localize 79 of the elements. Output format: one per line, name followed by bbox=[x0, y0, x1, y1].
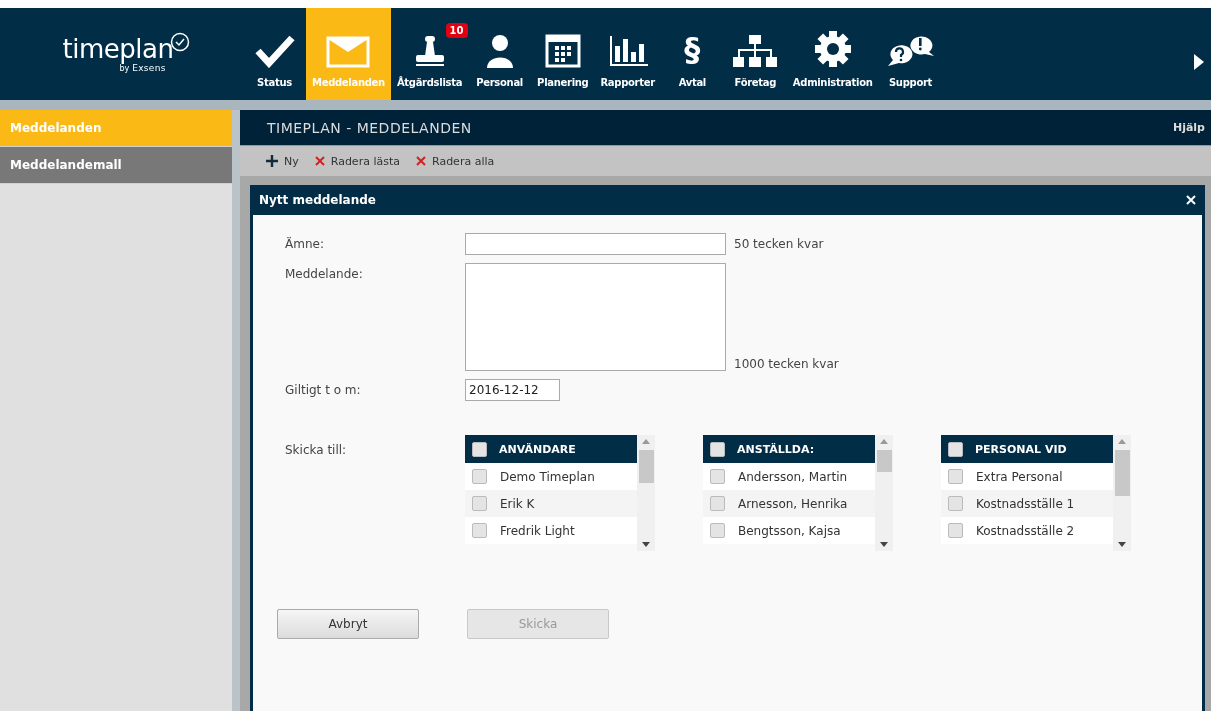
nav-item[interactable]: Support bbox=[878, 8, 943, 100]
delete-icon bbox=[314, 156, 325, 166]
list-item-label: Bengtsson, Kajsa bbox=[738, 523, 841, 538]
checkbox[interactable] bbox=[948, 441, 963, 457]
scroll-down-icon[interactable] bbox=[1118, 542, 1126, 547]
char-counter: 1000 tecken kvar bbox=[734, 357, 839, 371]
page-title: TIMEPLAN - MEDDELANDEN bbox=[267, 119, 472, 136]
nav-item[interactable]: Rapporter bbox=[594, 8, 661, 100]
scroll-thumb[interactable] bbox=[1114, 450, 1130, 496]
nav-item[interactable]: Administration bbox=[786, 8, 879, 100]
field-label: Meddelande: bbox=[284, 266, 364, 283]
scroll-down-icon[interactable] bbox=[642, 542, 650, 547]
subject-field[interactable] bbox=[465, 233, 726, 255]
logo-brand: Exsens bbox=[132, 62, 166, 73]
toolbar-button[interactable]: Radera alla bbox=[416, 154, 495, 168]
count-badge: 10 bbox=[445, 23, 468, 38]
checkbox[interactable] bbox=[472, 523, 487, 538]
close-icon[interactable] bbox=[1186, 195, 1196, 205]
check-icon bbox=[254, 34, 295, 68]
cancel-button[interactable]: Avbryt bbox=[277, 609, 419, 639]
list-item-label: Extra Personal bbox=[976, 469, 1063, 484]
list-item-label: Kostnadsställe 2 bbox=[976, 523, 1075, 538]
org-chart-icon bbox=[732, 34, 779, 68]
nav-item[interactable]: Företag bbox=[723, 8, 787, 100]
scrollbar[interactable] bbox=[637, 435, 655, 551]
column-header: ANVÄNDARE bbox=[499, 442, 576, 456]
checkbox[interactable] bbox=[948, 469, 963, 484]
list-item-label: Demo Timeplan bbox=[500, 469, 595, 484]
envelope-icon bbox=[326, 36, 371, 68]
list-item-label: Andersson, Martin bbox=[738, 469, 848, 484]
dialog-title: Nytt meddelande bbox=[259, 193, 376, 207]
scroll-right-icon[interactable] bbox=[1194, 53, 1204, 70]
person-icon bbox=[484, 34, 515, 68]
clock-icon bbox=[170, 31, 191, 52]
field-label: Ämne: bbox=[284, 236, 325, 253]
scroll-up-icon[interactable] bbox=[642, 439, 650, 444]
delete-icon bbox=[416, 156, 426, 166]
nav-item[interactable]: Personal bbox=[468, 8, 532, 100]
list-item-label: Arnesson, Henrika bbox=[738, 496, 848, 511]
calendar-icon bbox=[544, 34, 581, 68]
checkbox[interactable] bbox=[472, 496, 487, 511]
toolbar-button[interactable]: Radera lästa bbox=[314, 154, 400, 168]
scroll-up-icon[interactable] bbox=[1118, 439, 1126, 444]
nav-item[interactable]: Status bbox=[243, 8, 306, 100]
message-field[interactable] bbox=[465, 263, 726, 371]
checkbox[interactable] bbox=[710, 441, 725, 457]
field-label: Skicka till: bbox=[284, 442, 348, 459]
column-header: ANSTÄLLDA: bbox=[737, 442, 815, 456]
list-item-label: Kostnadsställe 1 bbox=[976, 496, 1075, 511]
field-label: Giltigt t o m: bbox=[284, 382, 362, 399]
section-icon: § bbox=[684, 30, 701, 68]
scrollbar[interactable] bbox=[875, 435, 893, 551]
list-item-label: Fredrik Light bbox=[500, 523, 575, 538]
scrollbar[interactable] bbox=[1113, 435, 1131, 551]
checkbox[interactable] bbox=[948, 496, 963, 511]
column-header: PERSONAL VID bbox=[975, 442, 1067, 456]
nav-item[interactable]: Planering bbox=[531, 8, 595, 100]
list-item-label: Erik K bbox=[500, 496, 535, 511]
plus-icon bbox=[266, 155, 278, 167]
checkbox[interactable] bbox=[710, 523, 725, 538]
scroll-thumb[interactable] bbox=[638, 450, 654, 483]
checkbox[interactable] bbox=[472, 469, 487, 484]
bar-chart-icon bbox=[607, 34, 648, 68]
sidebar-item[interactable]: Meddelandemall bbox=[0, 147, 232, 184]
nav-item[interactable]: 10 Åtgärdslista bbox=[390, 8, 469, 100]
char-counter: 50 tecken kvar bbox=[734, 237, 824, 251]
checkbox[interactable] bbox=[948, 523, 963, 538]
checkbox[interactable] bbox=[710, 469, 725, 484]
checkbox[interactable] bbox=[710, 496, 725, 511]
checkbox[interactable] bbox=[472, 441, 487, 457]
scroll-thumb[interactable] bbox=[876, 450, 892, 472]
toolbar-button[interactable]: Ny bbox=[266, 154, 299, 168]
scroll-up-icon[interactable] bbox=[880, 439, 888, 444]
settings-icon bbox=[813, 30, 852, 68]
nav-item[interactable]: § Avtal bbox=[660, 8, 724, 100]
date-field[interactable]: 2016-12-12 bbox=[465, 379, 560, 401]
scroll-down-icon[interactable] bbox=[880, 542, 888, 547]
help-link[interactable]: Hjälp bbox=[1172, 121, 1205, 134]
logo-byline: by bbox=[119, 63, 130, 73]
